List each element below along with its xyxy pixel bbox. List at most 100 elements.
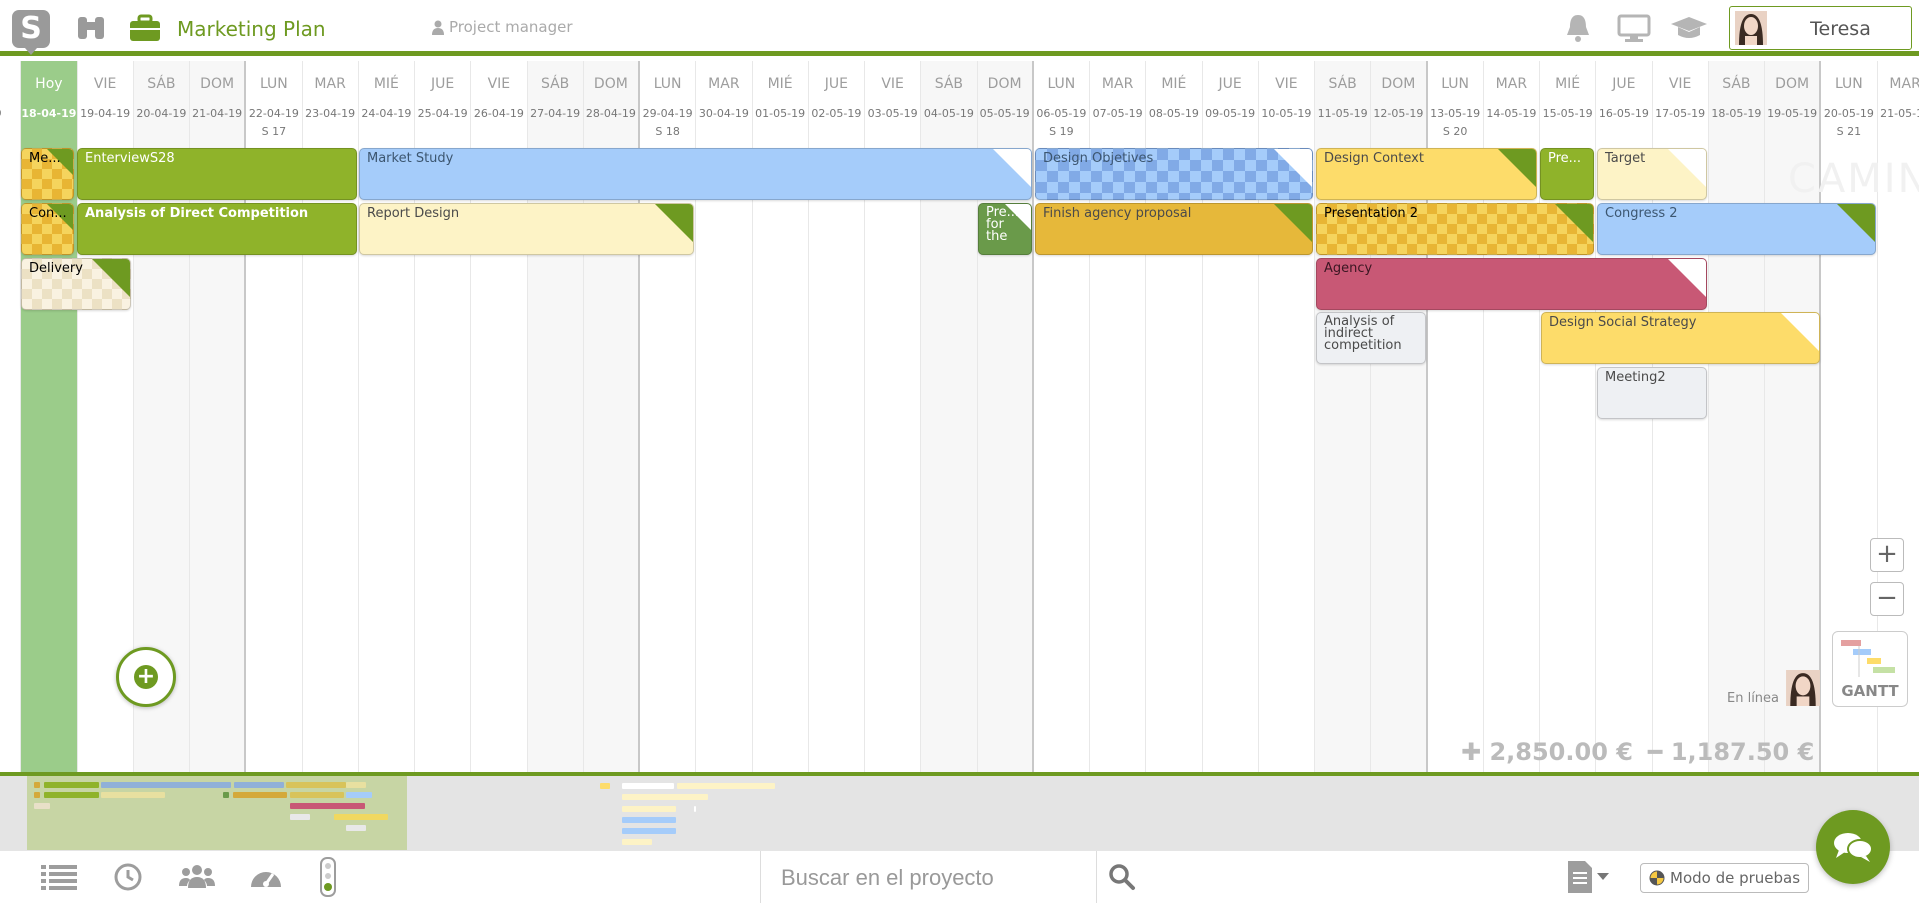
day-name: MAR [1495,76,1528,92]
day-name: VIE [1668,76,1692,92]
day-date: 01-05-19 [755,107,806,120]
day-date: 29-04-19 [642,107,693,120]
project-search-input[interactable] [760,851,1097,903]
caret-down-icon [1597,873,1609,880]
app-logo[interactable]: S [12,10,50,55]
day-name: LUN [259,76,288,92]
task-label: Design Social Strategy [1549,315,1697,330]
day-name: DOM [593,76,628,92]
team-icon[interactable] [179,861,215,893]
document-menu-button[interactable] [1567,860,1609,894]
task-bar[interactable]: Target [1597,148,1707,200]
role-label: Project manager [449,18,573,36]
day-date: 21-04-19 [192,107,243,120]
gantt-label: GANTT [1841,682,1899,700]
gantt-timeline[interactable]: É -19 Hoy 18-04-19 VIE 19-04-19 SÁB 20-04-19 DOM… [0,61,1919,772]
test-mode-button[interactable]: Modo de pruebas [1640,863,1810,893]
graduation-cap-icon[interactable] [1670,12,1708,44]
task-bar[interactable]: Analysis of Direct Competition [77,203,357,255]
day-name: SÁB [1722,76,1751,92]
day-date: 19-05-19 [1767,107,1818,120]
day-name: VIE [881,76,904,92]
task-bar[interactable]: Congress 2 [1597,203,1876,255]
overview-bar [346,825,366,831]
task-bar[interactable]: Design Social Strategy [1541,312,1820,364]
day-name: JUE [824,76,848,92]
traffic-light-icon[interactable] [319,857,337,897]
task-bar[interactable]: Design Objetives [1035,148,1313,200]
day-date: 03-05-19 [867,107,918,120]
day-date: 27-04-19 [530,107,581,120]
task-bar[interactable]: Me... [21,148,74,200]
day-name: SÁB [1328,76,1357,92]
task-bar[interactable]: Presentation 2 [1316,203,1594,255]
task-bar[interactable]: Meeting2 [1597,367,1707,419]
bell-icon[interactable] [1564,12,1592,44]
overview-bar [290,803,365,809]
search-icon[interactable] [1108,863,1136,895]
task-bar[interactable]: Market Study [359,148,1032,200]
task-bar[interactable]: Finish agency proposal [1035,203,1313,255]
task-bar[interactable]: Design Context [1316,148,1537,200]
day-name: JUE [1218,76,1242,92]
task-label: EnterviewS28 [85,151,175,166]
day-date: 05-05-19 [979,107,1030,120]
list-icon[interactable] [41,861,77,893]
day-name: DOM [987,76,1022,92]
task-bar[interactable]: Pre... for the [978,203,1032,255]
task-bar[interactable]: Analysis of indirect competition [1316,312,1426,364]
top-bar: S Marketing Plan Project manager Teresa [0,0,1919,56]
clock-icon[interactable] [113,861,143,893]
day-name: Hoy [35,76,63,92]
day-name: JUE [1612,76,1636,92]
overview-bar [677,783,775,789]
day-name: MIÉ [1555,76,1581,92]
task-label: Finish agency proposal [1043,206,1192,221]
day-date: 26-04-19 [473,107,524,120]
day-name: MAR [1101,76,1134,92]
week-number: S 20 [1442,125,1468,138]
day-name: MAR [314,76,346,92]
overview-bar [346,792,372,798]
task-bar[interactable]: Delivery [21,258,131,310]
project-title[interactable]: Marketing Plan [177,17,326,41]
task-label: Meeting2 [1605,370,1666,385]
overview-bar [622,794,708,800]
day-name: VIE [487,76,511,92]
zoom-in-button[interactable]: + [1870,538,1904,572]
gantt-view-button[interactable]: GANTT [1832,631,1908,707]
task-bar[interactable]: EnterviewS28 [77,148,357,200]
zoom-out-button[interactable]: − [1870,582,1904,616]
binoculars-icon[interactable] [76,12,106,44]
task-bar[interactable]: Pre... [1540,148,1594,200]
overview-bar [34,792,40,798]
task-label: Design Context [1324,151,1424,166]
day-date: 13-05-19 [1430,107,1481,120]
task-bar[interactable]: Report Design [359,203,694,255]
task-label: Target [1605,151,1646,166]
user-icon [432,20,444,35]
day-date: 30-04-19 [698,107,749,120]
task-bar[interactable]: Agency [1316,258,1707,310]
online-label: En línea [1727,691,1780,706]
add-task-button[interactable]: + [116,647,176,707]
chat-button[interactable] [1816,810,1890,884]
background-text: CAMINO [1788,156,1919,202]
user-menu[interactable]: Teresa [1729,6,1912,50]
day-date: 12-05-19 [1373,107,1424,120]
task-label: Report Design [367,206,460,221]
day-date: 20-04-19 [136,107,187,120]
monitor-icon[interactable] [1617,12,1651,44]
day-date: 15-05-19 [1542,107,1593,120]
dashboard-icon[interactable] [248,861,284,893]
briefcase-icon[interactable] [129,12,161,44]
task-label: Pre... for the [986,205,1020,244]
overview-bar [34,803,50,809]
task-bar[interactable]: Con... [21,203,74,255]
day-date: 19-04-19 [80,107,131,120]
online-user-avatar[interactable] [1786,670,1820,706]
timeline-overview[interactable] [0,772,1919,856]
overview-bar [223,792,229,798]
day-date: 14-05-19 [1486,107,1537,120]
day-name: SÁB [934,76,964,92]
